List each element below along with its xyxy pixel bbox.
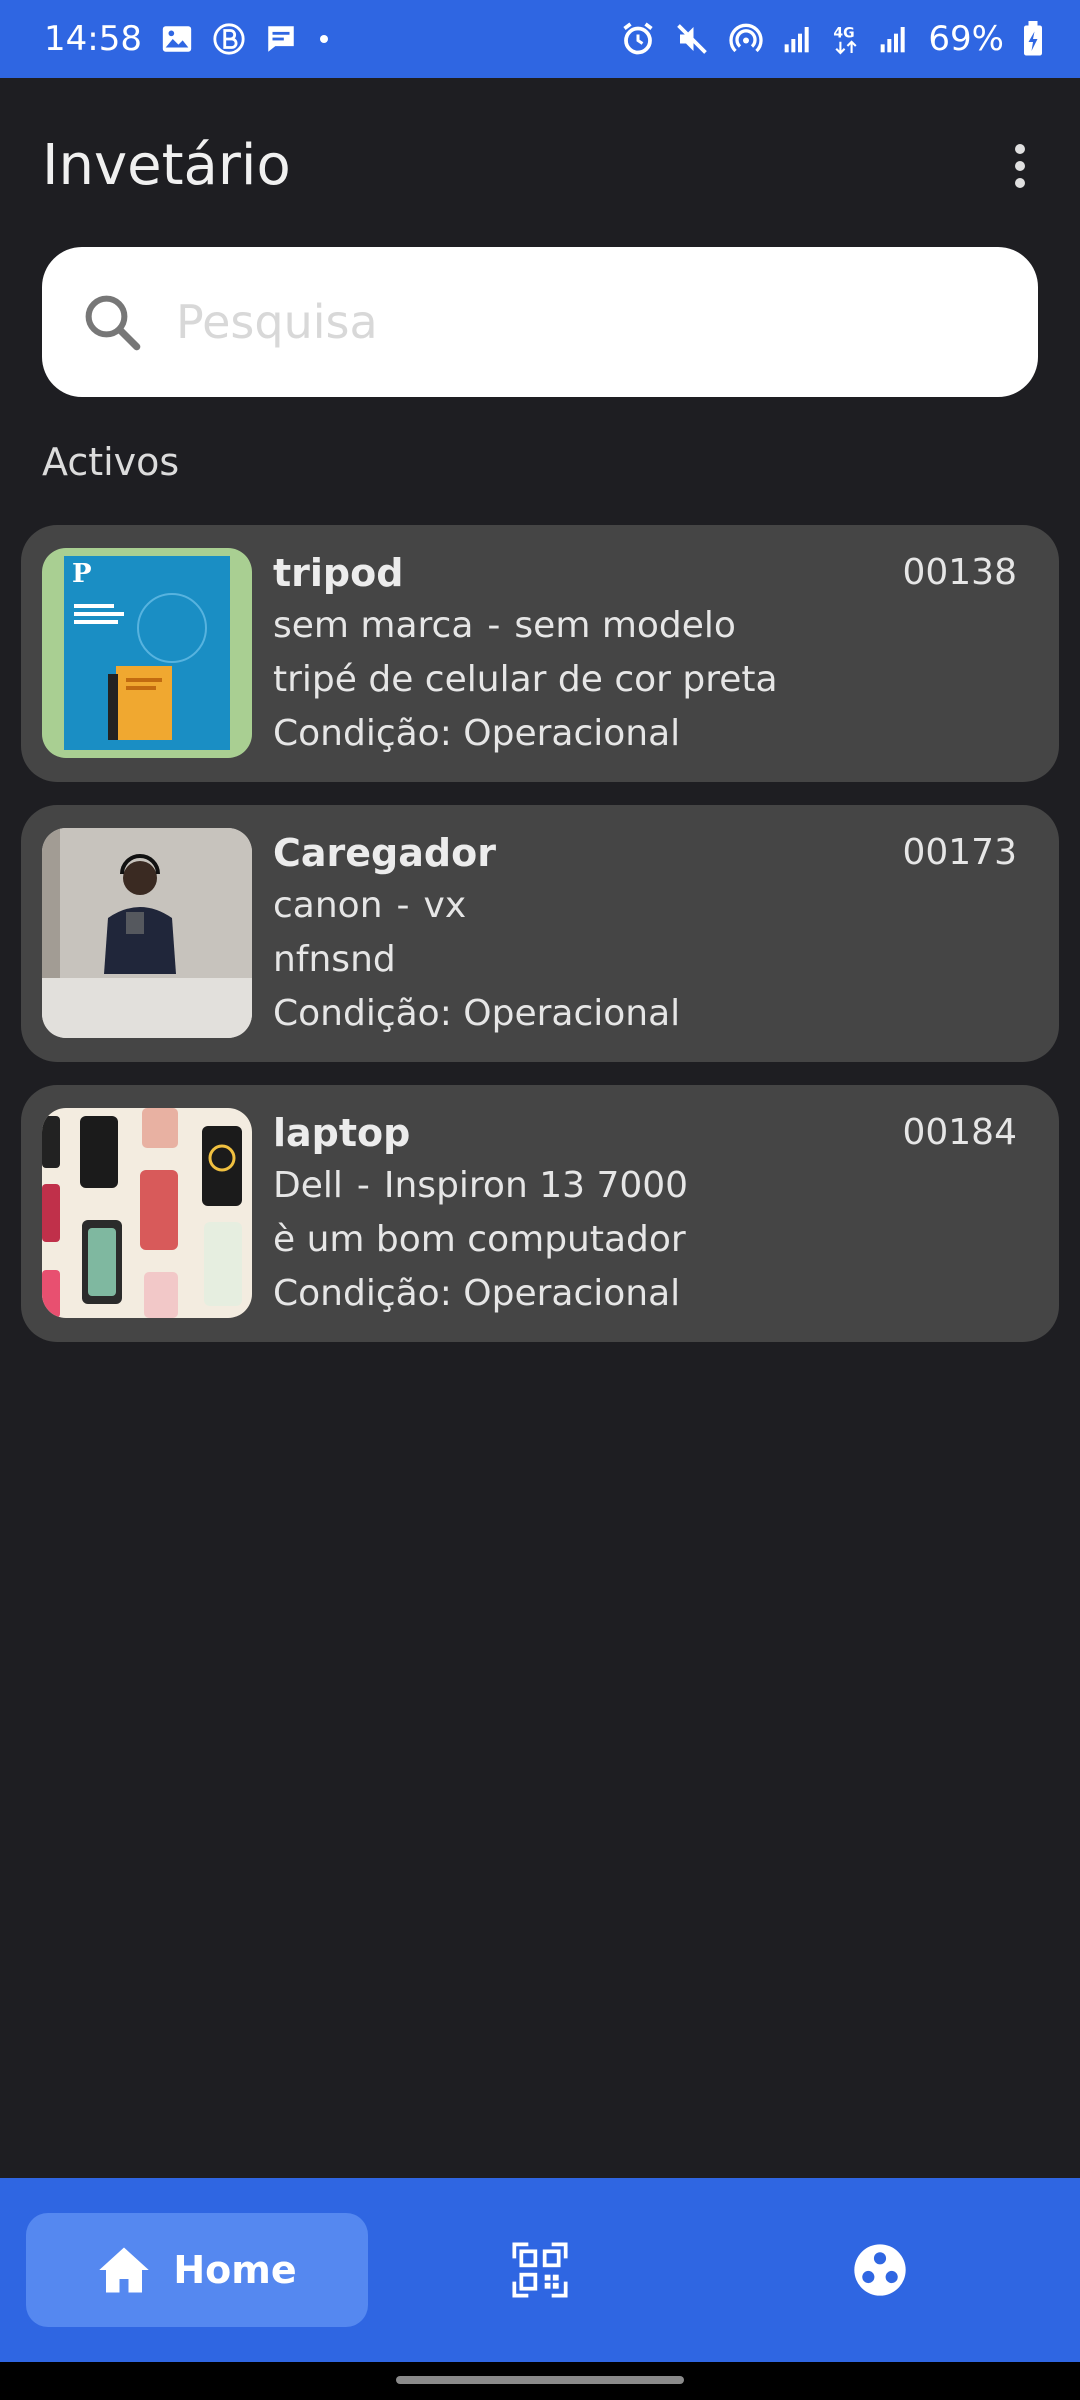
hotspot-icon — [728, 21, 764, 57]
dot-icon — [316, 31, 332, 47]
asset-brand: canon — [273, 885, 383, 926]
asset-code: 00138 — [902, 552, 1017, 593]
b-circle-icon — [212, 22, 246, 56]
svg-text:4G: 4G — [834, 26, 855, 42]
separator: - — [487, 605, 501, 646]
asset-model: sem modelo — [514, 605, 736, 646]
asset-description: tripé de celular de cor preta — [273, 659, 778, 700]
asset-condition: Condição: Operacional — [273, 1273, 681, 1314]
signal-icon — [878, 23, 910, 55]
alarm-icon — [620, 21, 656, 57]
asset-brand-model: sem marca - sem modelo — [273, 599, 1019, 653]
status-right: 4G 69% — [620, 19, 1044, 59]
asset-model: Inspiron 13 7000 — [383, 1165, 689, 1206]
asset-model: vx — [423, 885, 467, 926]
mute-icon — [674, 21, 710, 57]
search-box[interactable] — [42, 247, 1038, 397]
gesture-bar[interactable] — [396, 2376, 684, 2384]
bottom-nav: Home — [0, 2178, 1080, 2362]
asset-card[interactable]: laptop Dell - Inspiron 13 7000 è um bom co… — [21, 1085, 1059, 1342]
battery-percentage: 69% — [928, 19, 1004, 59]
section-label: Activos — [42, 440, 180, 484]
separator: - — [356, 1165, 370, 1206]
asset-code: 00173 — [902, 832, 1017, 873]
4g-icon: 4G — [832, 22, 860, 56]
asset-brand-model: canon - vx — [273, 879, 1019, 933]
qr-code-icon — [512, 2242, 568, 2298]
asset-thumbnail — [42, 1108, 252, 1318]
nav-home-label: Home — [173, 2248, 297, 2292]
asset-description: è um bom computador — [273, 1219, 686, 1260]
signal-icon — [782, 23, 814, 55]
asset-condition: Condição: Operacional — [273, 993, 681, 1034]
message-icon — [264, 22, 298, 56]
asset-code: 00184 — [902, 1112, 1017, 1153]
asset-card[interactable]: Caregador canon - vx nfnsnd Condição: Oper… — [21, 805, 1059, 1062]
search-input[interactable] — [176, 295, 996, 349]
group-icon — [854, 2244, 906, 2296]
status-left: 14:58 — [44, 19, 332, 59]
nav-group-button[interactable] — [840, 2225, 920, 2315]
nav-home-button[interactable]: Home — [26, 2213, 368, 2327]
more-vert-icon — [1015, 143, 1025, 188]
home-icon — [99, 2247, 150, 2293]
battery-icon — [1022, 21, 1044, 57]
asset-brand-model: Dell - Inspiron 13 7000 — [273, 1159, 1019, 1213]
search-icon — [72, 282, 152, 362]
asset-brand: sem marca — [273, 605, 474, 646]
page-title: Invetário — [42, 133, 291, 198]
gallery-icon — [160, 22, 194, 56]
asset-brand: Dell — [273, 1165, 343, 1206]
app-header: Invetário — [0, 78, 1080, 253]
gesture-area — [0, 2362, 1080, 2400]
svg-text:P: P — [72, 559, 92, 589]
asset-condition: Condição: Operacional — [273, 713, 681, 754]
status-bar: 14:58 4G 69% — [0, 0, 1080, 78]
asset-thumbnail — [42, 828, 252, 1038]
nav-qr-scan-button[interactable] — [500, 2225, 580, 2315]
separator: - — [396, 885, 410, 926]
more-options-button[interactable] — [990, 126, 1050, 206]
status-time: 14:58 — [44, 19, 142, 59]
asset-description: nfnsnd — [273, 939, 396, 980]
asset-list: P tripod sem marca - sem modelo tripé de c… — [21, 525, 1059, 1365]
asset-card[interactable]: P tripod sem marca - sem modelo tripé de c… — [21, 525, 1059, 782]
asset-thumbnail: P — [42, 548, 252, 758]
